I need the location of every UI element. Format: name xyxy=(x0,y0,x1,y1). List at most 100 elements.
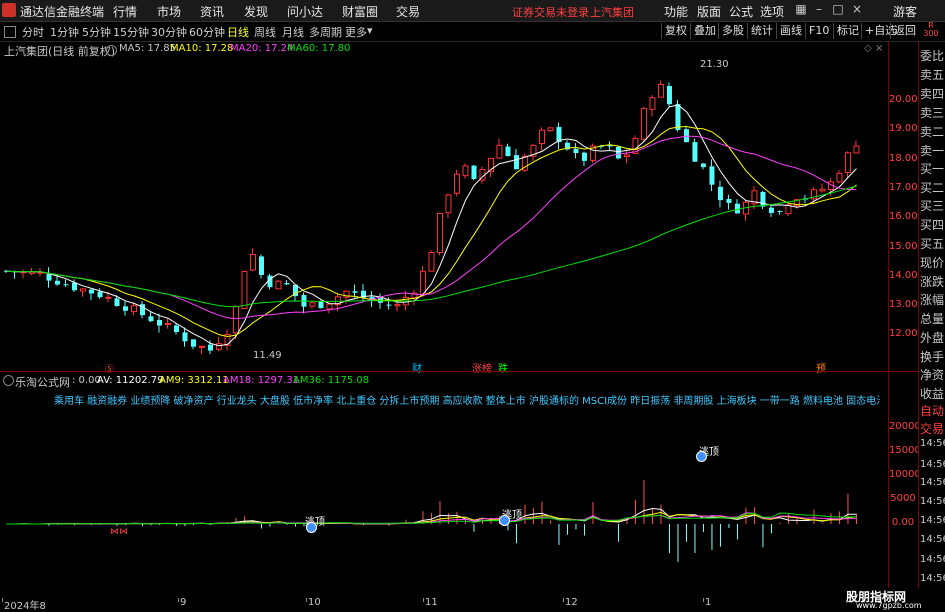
candle-body xyxy=(675,104,681,130)
indicator-chart[interactable] xyxy=(0,372,890,598)
current-stock: 上汽集团 xyxy=(590,6,634,19)
quote-panel-item[interactable]: 买二 xyxy=(920,179,945,196)
quote-panel-item[interactable]: 14:56 xyxy=(920,534,945,545)
date-tick xyxy=(178,598,179,602)
period-5min[interactable]: 5分钟 xyxy=(82,24,111,40)
f10-button[interactable]: F10 xyxy=(805,23,832,39)
escape-dot-2 xyxy=(499,515,510,526)
candle-body xyxy=(173,325,179,332)
quote-panel-item[interactable]: 买四 xyxy=(920,216,945,233)
quote-panel-item[interactable]: 委比 xyxy=(920,47,945,64)
menu-quotes[interactable]: 行情 xyxy=(113,3,137,20)
period-1min[interactable]: 1分钟 xyxy=(50,24,79,40)
quote-panel-item[interactable]: 交易 xyxy=(920,420,945,437)
quote-panel-item[interactable]: 卖一 xyxy=(920,142,945,159)
period-monthly[interactable]: 月线 xyxy=(282,24,304,40)
candle-body xyxy=(538,129,545,144)
menu-wealth[interactable]: 财富圈 xyxy=(342,3,378,20)
back-button[interactable]: 返回 xyxy=(890,23,919,39)
period-multi[interactable]: 多周期 xyxy=(309,24,342,40)
minimize-icon[interactable]: – xyxy=(812,2,826,17)
candle-body xyxy=(471,165,477,179)
quote-panel[interactable]: 委比卖五卖四卖三卖二卖一 买一买二 买三买四买五现价涨跌 涨幅总量外盘换手 净资收益 自动… xyxy=(918,42,945,598)
quote-panel-item[interactable]: 收益 xyxy=(920,385,945,402)
login-status[interactable]: 证券交易未登录 xyxy=(512,4,589,20)
menu-bar: 通达信金融终端 行情 市场 资讯 发现 问小达 财富圈 交易 证券交易未登录 上… xyxy=(0,0,945,22)
menu-layout[interactable]: 版面 xyxy=(697,3,721,20)
candle-body xyxy=(768,207,774,213)
quote-panel-item[interactable]: 换手 xyxy=(920,348,945,365)
overlay-button[interactable]: 叠加 xyxy=(690,23,719,39)
period-more[interactable]: 更多 xyxy=(345,24,367,40)
quote-panel-item[interactable]: 总量 xyxy=(920,310,945,327)
menu-options[interactable]: 选项 xyxy=(760,3,784,20)
candle-body xyxy=(190,339,196,347)
quote-panel-item[interactable]: 买一 xyxy=(920,160,945,177)
multi-stock-button[interactable]: 多股 xyxy=(718,23,747,39)
grid-icon[interactable]: ▦ xyxy=(794,2,808,17)
candle-body xyxy=(419,270,426,296)
candle-body xyxy=(207,344,213,351)
period-weekly[interactable]: 周线 xyxy=(254,24,276,40)
menu-formula[interactable]: 公式 xyxy=(729,3,753,20)
candle-body xyxy=(284,283,290,285)
menu-ask[interactable]: 问小达 xyxy=(287,3,323,20)
quote-panel-item[interactable]: 买三 xyxy=(920,197,945,214)
guest-label[interactable]: 游客 xyxy=(893,3,917,20)
quote-panel-item[interactable]: 14:56 xyxy=(920,573,945,584)
quote-panel-item[interactable]: 现价 xyxy=(920,254,945,271)
ma60-line xyxy=(6,185,857,308)
menu-trade[interactable]: 交易 xyxy=(396,3,420,20)
price-axis-label: 13.00 xyxy=(889,299,918,311)
period-tick[interactable]: 分时 xyxy=(22,24,44,40)
quote-panel-item[interactable]: 14:56 xyxy=(920,459,945,470)
period-daily[interactable]: 日线 xyxy=(227,24,249,40)
period-60min[interactable]: 60分钟 xyxy=(189,24,225,40)
date-tick xyxy=(306,598,307,602)
watermark: 股朋指标网 www.7gpzb.com xyxy=(826,588,945,610)
quote-panel-item[interactable]: 14:56 xyxy=(920,496,945,507)
quote-panel-item[interactable]: 自动 xyxy=(920,402,945,419)
quote-panel-item[interactable]: 外盘 xyxy=(920,329,945,346)
candle-body xyxy=(71,282,77,291)
period-15min[interactable]: 15分钟 xyxy=(113,24,149,40)
candle-body xyxy=(819,188,826,192)
draw-line-button[interactable]: 画线 xyxy=(776,23,805,39)
app-logo-icon xyxy=(2,3,16,17)
menu-function[interactable]: 功能 xyxy=(664,3,688,20)
close-icon[interactable]: × xyxy=(850,2,864,17)
price-chart[interactable] xyxy=(0,42,890,368)
quote-panel-item[interactable]: 14:56 xyxy=(920,554,945,565)
chevron-down-icon[interactable]: ▾ xyxy=(367,24,373,37)
quote-panel-item[interactable]: 14:56 xyxy=(920,438,945,449)
indicator-axis-label: 15000 xyxy=(889,445,921,456)
adjust-button[interactable]: 复权 xyxy=(661,23,690,39)
quote-panel-item[interactable]: 涨跌 xyxy=(920,273,945,290)
quote-panel-item[interactable]: 涨幅 xyxy=(920,291,945,308)
candle-body xyxy=(462,165,469,177)
price-axis-label: 20.00 xyxy=(889,93,918,105)
candle-body xyxy=(241,270,248,309)
quote-panel-item[interactable]: 卖五 xyxy=(920,66,945,83)
menu-icon[interactable] xyxy=(4,26,16,38)
indicator-axis-label: 10000 xyxy=(889,469,921,480)
quote-panel-item[interactable]: 买五 xyxy=(920,235,945,252)
period-toolbar: 分时 1分钟 5分钟 15分钟 30分钟 60分钟 日线 周线 月线 多周期 更… xyxy=(0,22,945,42)
quote-panel-item[interactable]: 卖二 xyxy=(920,123,945,140)
menu-news[interactable]: 资讯 xyxy=(200,3,224,20)
price-axis-label: 15.00 xyxy=(889,240,918,252)
date-label: 1 xyxy=(705,597,712,608)
mark-button[interactable]: 标记 xyxy=(833,23,862,39)
quote-panel-item[interactable]: 卖三 xyxy=(920,104,945,121)
statistics-button[interactable]: 统计 xyxy=(747,23,776,39)
menu-discover[interactable]: 发现 xyxy=(244,3,268,20)
period-30min[interactable]: 30分钟 xyxy=(151,24,187,40)
candle-body xyxy=(581,152,587,161)
quote-panel-item[interactable]: 净资 xyxy=(920,366,945,383)
quote-panel-item[interactable]: 14:56 xyxy=(920,477,945,488)
quote-panel-item[interactable]: 卖四 xyxy=(920,85,945,102)
candle-body xyxy=(386,304,392,306)
menu-market[interactable]: 市场 xyxy=(157,3,181,20)
quote-panel-item[interactable]: 14:56 xyxy=(920,515,945,526)
maximize-icon[interactable]: □ xyxy=(831,2,845,17)
